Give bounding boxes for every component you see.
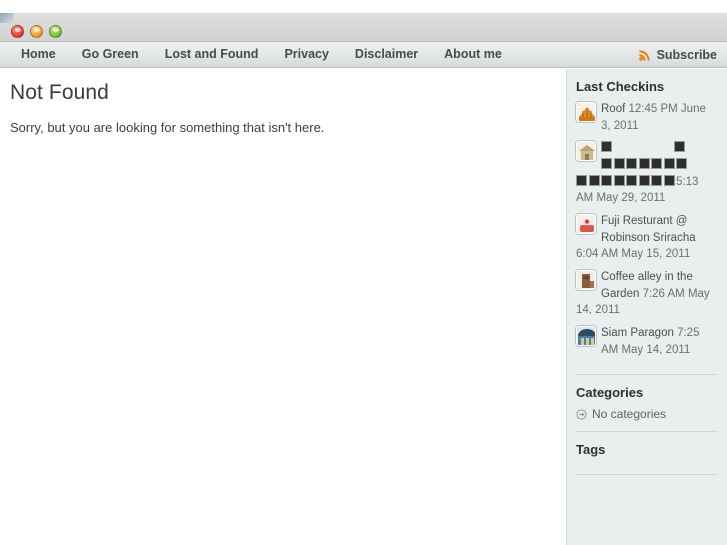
list-item[interactable]: No categories [576,407,718,421]
nav-item-privacy[interactable]: Privacy [271,42,341,67]
list-item[interactable]: Roof 12:45 PM June 3, 2011 [576,101,718,134]
widget-title-tags: Tags [576,442,606,458]
sidebar-divider [576,431,718,433]
window-top-strip [0,0,727,13]
close-button[interactable] [11,25,24,38]
widget-title-last-checkins: Last Checkins [576,79,665,94]
subscribe-link[interactable]: Subscribe [638,48,727,62]
widget-title-categories: Categories [576,385,644,401]
page-body-text: Sorry, but you are looking for something… [10,120,325,135]
nav-item-home[interactable]: Home [8,42,69,67]
category-list: No categories [576,407,718,421]
checkin-list: Roof 12:45 PM June 3, 2011 5:13 AM May 29… [576,101,718,358]
checkin-timestamp: 7:26 AM May 14, 2011 [576,287,710,317]
list-item[interactable]: 5:13 AM May 29, 2011 [576,140,718,207]
hut-venue-icon [576,141,596,162]
subscribe-label: Subscribe [656,47,717,62]
page-title: Not Found [10,81,109,104]
mall-venue-icon [576,326,596,347]
widget-tags: Tags [576,442,718,470]
sidebar-divider [576,474,718,476]
minimize-button[interactable] [30,25,43,38]
circle-arrow-icon [576,409,587,420]
checkin-timestamp: 6:04 AM May 15, 2011 [576,248,691,261]
list-item[interactable]: Fuji Resturant @ Robinson Sriracha 6:04 … [576,213,718,263]
roof-venue-icon [576,102,596,122]
main-content: Not Found Sorry, but you are looking for… [0,69,566,545]
category-label: No categories [592,407,667,422]
nav-item-disclaimer[interactable]: Disclaimer [342,42,431,67]
checkin-venue-name: Fuji Resturant @ Robinson Sriracha [601,215,696,244]
sidebar-divider [576,374,718,376]
sidebar: Last Checkins Roof 12:45 PM June 3, 2011… [566,69,727,545]
checkin-venue-name: Siam Paragon [601,327,678,340]
site-navigation: Home Go Green Lost and Found Privacy Dis… [0,42,727,68]
widget-last-checkins: Last Checkins Roof 12:45 PM June 3, 2011… [576,79,718,370]
window-titlebar [0,0,727,42]
window-corner-accent [0,13,14,23]
nav-item-go-green[interactable]: Go Green [69,42,152,67]
nav-item-about-me[interactable]: About me [431,42,515,67]
list-item[interactable]: Siam Paragon 7:25 AM May 14, 2011 [576,325,718,358]
checkin-venue-name: Roof [601,103,629,115]
nav-item-lost-and-found[interactable]: Lost and Found [152,42,272,67]
list-item[interactable]: Coffee alley in the Garden 7:26 AM May 1… [576,269,718,319]
widget-categories: Categories No categories [576,385,718,427]
zoom-button[interactable] [49,25,62,38]
window-controls [11,25,62,38]
coffee-venue-icon [576,270,596,291]
nav-link-list: Home Go Green Lost and Found Privacy Dis… [0,42,515,67]
rss-icon [638,49,650,61]
sushi-venue-icon [576,214,596,235]
